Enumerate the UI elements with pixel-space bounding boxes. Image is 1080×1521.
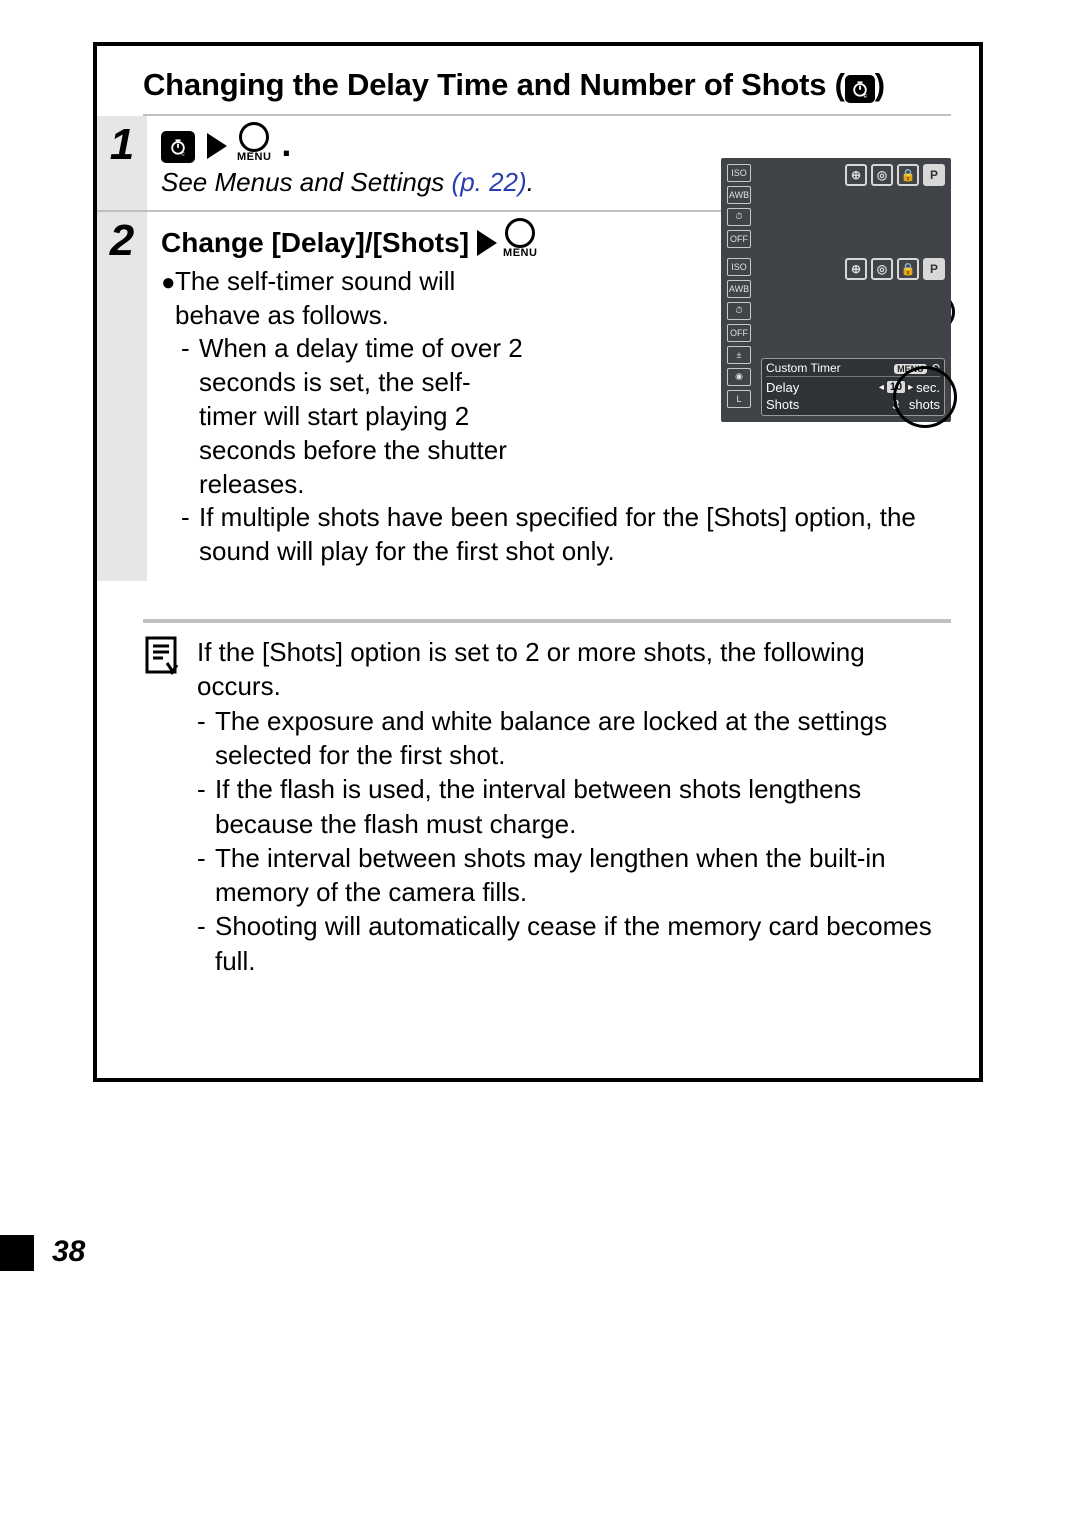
dash-icon: - [197,841,215,910]
note-item-1: The exposure and white balance are locke… [215,704,951,773]
dash-icon: - [181,501,199,569]
lcd-top-icons: ⊕ ◎ 🔒 P [845,258,945,280]
awb-icon: AWB [727,280,751,298]
note-intro: If the [Shots] option is set to 2 or mor… [197,635,951,704]
note-item-2: If the flash is used, the interval betwe… [215,772,951,841]
mode-p-icon: P [923,164,945,186]
bullet-icon: ● [161,265,175,333]
callout-oval [893,366,957,428]
step-number: 1 [97,120,147,170]
lcd-left-icons: ISO AWB ⏱ OFF ± ◉ L [727,258,751,408]
step2-title-text: Change [Delay]/[Shots] [161,227,469,259]
step-number: 2 [97,216,147,266]
top-icon-2: ◎ [871,164,893,186]
image-size-icon: L [727,390,751,408]
flash-off-icon: OFF [727,324,751,342]
top-icon-1: ⊕ [845,164,867,186]
step1-body: c MENU . See Menus and Settings (p. 22). [147,116,951,210]
step-1: 1 c MENU [97,116,951,212]
step-2: 2 Change [Delay]/[Shots] MENU ● [97,212,951,581]
see-prefix: See Menus and Settings [161,167,452,197]
step2-body: Change [Delay]/[Shots] MENU ● The self-t… [147,212,951,581]
section-heading: Changing the Delay Time and Number of Sh… [143,66,951,104]
mode-p-icon: P [923,258,945,280]
dash-icon: - [181,332,199,501]
step1-action-row: c MENU . [161,122,951,163]
dash-icon: - [197,772,215,841]
arrow-right-icon [207,133,227,159]
top-icon-3: 🔒 [897,258,919,280]
dash-icon: - [197,704,215,773]
note-body: If the [Shots] option is set to 2 or mor… [197,635,951,978]
heading-text-2: ) [875,67,885,102]
bullet-intro: The self-timer sound will behave as foll… [175,265,521,333]
heading-text-1: Changing the Delay Time and Number of Sh… [143,67,845,102]
exposure-comp-icon: ± [727,346,751,364]
svg-text:c: c [181,150,185,157]
top-icon-3: 🔒 [897,164,919,186]
note-section: If the [Shots] option is set to 2 or mor… [97,611,979,992]
iso-icon: ISO [727,164,751,182]
note-item-4: Shooting will automatically cease if the… [215,909,951,978]
dash-1: When a delay time of over 2 seconds is s… [199,332,523,501]
arrow-right-icon [477,230,497,256]
timer-icon: ⏱ [727,302,751,320]
note-icon [143,635,183,978]
see-suffix: . [527,167,534,197]
page-ref-link[interactable]: (p. 22) [452,167,527,197]
content-frame: Changing the Delay Time and Number of Sh… [93,42,983,1082]
camera-lcd-custom-timer: ISO AWB ⏱ OFF ± ◉ L ⊕ ◎ 🔒 P [721,252,951,422]
top-icon-1: ⊕ [845,258,867,280]
menu-button-icon: MENU [503,218,537,259]
custom-timer-icon: c [845,75,875,103]
step-number-col: 2 [97,212,147,581]
top-icon-2: ◎ [871,258,893,280]
custom-timer-icon: c [161,131,195,163]
manual-page: Changing the Delay Time and Number of Sh… [0,0,1080,1521]
menu-label: MENU [237,152,271,163]
svg-text:c: c [863,92,867,99]
menu-button-icon: MENU [237,122,271,163]
metering-icon: ◉ [727,368,751,386]
note-rule [143,619,951,623]
dash-icon: - [197,909,215,978]
note-item-3: The interval between shots may lengthen … [215,841,951,910]
awb-icon: AWB [727,186,751,204]
delay-label: Delay [766,380,799,395]
period: . [281,123,291,165]
iso-icon: ISO [727,258,751,276]
shots-label: Shots [766,397,799,412]
lcd-top-icons: ⊕ ◎ 🔒 P [845,164,945,186]
step-number-col: 1 [97,116,147,210]
page-edge-tab [0,1235,34,1271]
page-number: 38 [52,1235,85,1269]
dash-2: If multiple shots have been specified fo… [199,501,951,569]
panel-title: Custom Timer [766,361,841,375]
menu-label: MENU [503,248,537,259]
